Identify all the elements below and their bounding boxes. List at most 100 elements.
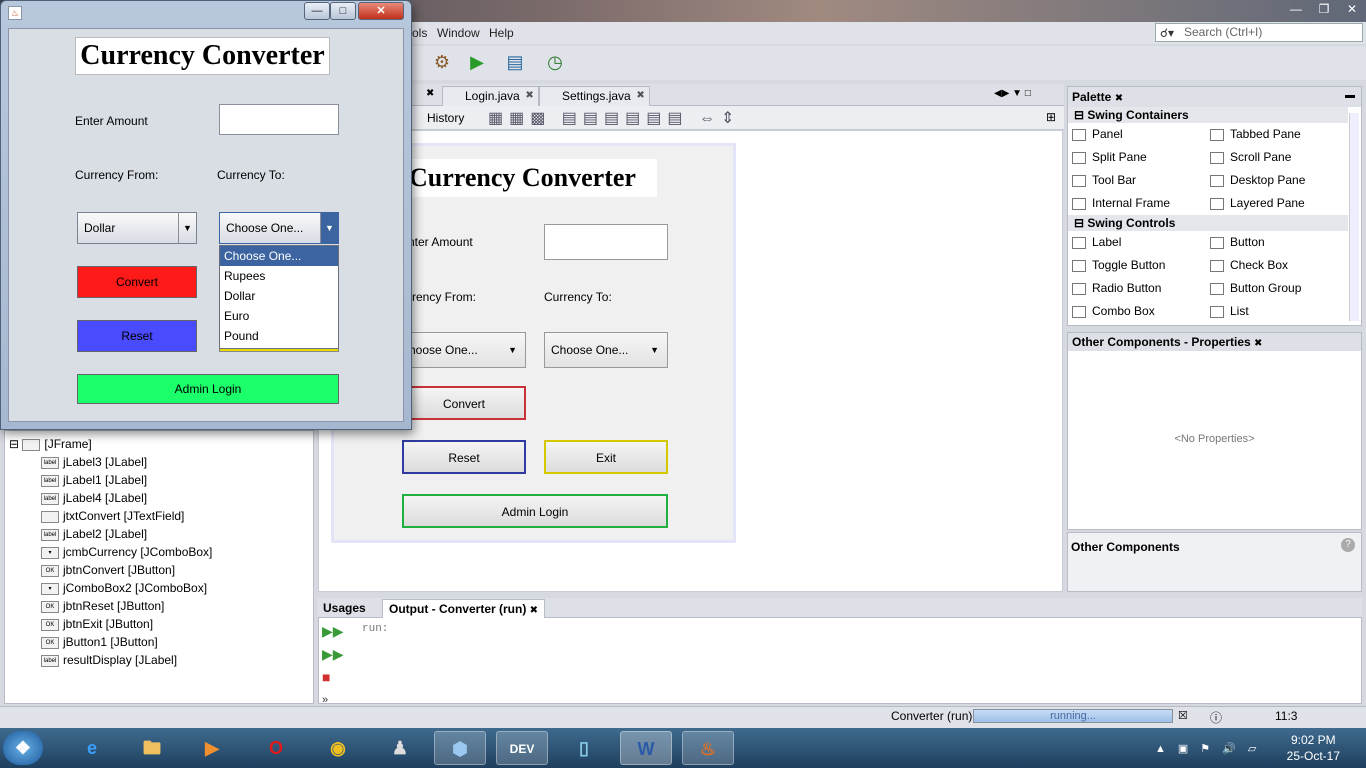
notifications-icon[interactable]: ⓘ [1210, 709, 1222, 726]
tab-login-java[interactable]: Login.java ✖ [442, 86, 539, 106]
menu-tools[interactable]: ols [412, 26, 427, 40]
preview-to-combo[interactable]: Choose One... ▼ [544, 332, 668, 368]
preview-convert-button[interactable]: Convert [402, 386, 526, 420]
rerun-debug-icon[interactable]: ▶▶ [322, 643, 344, 666]
dropdown-option[interactable]: Euro [220, 306, 338, 326]
align-tools-icon[interactable]: ▦▦▩ ▤▤▤▤▤▤ ⇔⇕ [488, 108, 740, 128]
app-close-button[interactable]: ✕ [358, 2, 404, 20]
ide-close-button[interactable]: ✕ [1338, 0, 1366, 18]
java-icon[interactable]: ♨ [682, 731, 734, 765]
history-tab[interactable]: History [427, 111, 464, 125]
admin-login-button[interactable]: Admin Login [77, 374, 339, 404]
counter-strike-icon[interactable]: ♟ [374, 731, 426, 765]
tab-usages[interactable]: Usages [323, 601, 366, 615]
palette-item[interactable]: Check Box [1210, 254, 1348, 277]
chrome-icon[interactable]: ◉ [312, 731, 364, 765]
navigator-item[interactable]: label jLabel2 [JLabel] [41, 525, 212, 543]
navigator-item[interactable]: OK jbtnExit [JButton] [41, 615, 212, 633]
close-tab-icon[interactable]: ✖ [1254, 338, 1262, 349]
ide-search-input[interactable]: ☌▾ Search (Ctrl+I) [1155, 23, 1363, 42]
profile-icon[interactable]: ◷ [543, 50, 567, 74]
close-tab-icon[interactable]: ✖ [636, 90, 644, 101]
palette-item[interactable]: Tabbed Pane [1210, 123, 1348, 146]
preview-exit-button[interactable]: Exit [544, 440, 668, 474]
help-icon[interactable]: ? [1341, 538, 1355, 552]
app-minimize-button[interactable]: — [304, 2, 330, 20]
tab-settings-java[interactable]: Settings.java ✖ [539, 86, 650, 106]
navigator-item[interactable]: ▾ jComboBox2 [JComboBox] [41, 579, 212, 597]
taskbar-clock[interactable]: 9:02 PM 25-Oct-17 [1287, 732, 1340, 764]
tray-network-icon[interactable]: ▣ [1178, 743, 1200, 755]
palette-item[interactable]: Scroll Pane [1210, 146, 1348, 169]
rerun-icon[interactable]: ▶▶ [322, 620, 344, 643]
palette-item[interactable]: Desktop Pane [1210, 169, 1348, 192]
palette-item[interactable]: Button Group [1210, 277, 1348, 300]
notepad-icon[interactable]: ▯ [558, 731, 610, 765]
navigator-item[interactable]: ▾ jcmbCurrency [JComboBox] [41, 543, 212, 561]
palette-scrollbar[interactable] [1349, 113, 1359, 321]
preview-from-combo[interactable]: hoose One... ▼ [402, 332, 526, 368]
word-icon[interactable]: W [620, 731, 672, 765]
dev-cpp-icon[interactable]: DEV [496, 731, 548, 765]
signal-icon[interactable]: ▱ [1248, 743, 1268, 755]
close-tab-icon[interactable]: ✖ [530, 605, 538, 616]
dropdown-option[interactable]: Pound [220, 326, 338, 346]
convert-button[interactable]: Convert [77, 266, 197, 298]
cancel-task-icon[interactable]: ☒ [1178, 709, 1188, 722]
currency-to-combo[interactable]: Choose One... ▼ [219, 212, 339, 244]
app-maximize-button[interactable]: □ [330, 2, 356, 20]
add-icon[interactable]: ⊞ [1046, 110, 1056, 124]
dropdown-option[interactable]: Choose One... [220, 246, 338, 266]
reset-button[interactable]: Reset [77, 320, 197, 352]
tab-output[interactable]: Output - Converter (run) ✖ [382, 599, 546, 618]
palette-item[interactable]: Internal Frame [1072, 192, 1210, 215]
navigator-item[interactable]: OK jButton1 [JButton] [41, 633, 212, 651]
close-tab-icon[interactable]: ✖ [1115, 93, 1123, 104]
close-tab-icon[interactable]: ✖ [426, 88, 434, 99]
palette-item[interactable]: Combo Box [1072, 300, 1210, 323]
palette-item[interactable]: Tool Bar [1072, 169, 1210, 192]
amount-input[interactable] [219, 104, 339, 135]
stop-icon[interactable]: ■ [322, 666, 344, 689]
preview-admin-button[interactable]: Admin Login [402, 494, 668, 528]
palette-item[interactable]: Button [1210, 231, 1348, 254]
navigator-item[interactable]: OK jbtnReset [JButton] [41, 597, 212, 615]
palette-item[interactable]: Split Pane [1072, 146, 1210, 169]
navigator-root[interactable]: ⊟ [JFrame] [9, 435, 92, 453]
navigator-item[interactable]: label jLabel4 [JLabel] [41, 489, 212, 507]
file-explorer-icon[interactable]: 🖿 [126, 731, 178, 765]
clean-build-icon[interactable]: ⚙ [430, 50, 454, 74]
navigator-item[interactable]: label resultDisplay [JLabel] [41, 651, 212, 669]
palette-item[interactable]: Panel [1072, 123, 1210, 146]
dropdown-option[interactable]: Rupees [220, 266, 338, 286]
start-orb-icon[interactable]: ❖ [3, 731, 43, 765]
ide-minimize-button[interactable]: — [1282, 0, 1310, 18]
menu-window[interactable]: Window [437, 26, 480, 40]
internet-explorer-icon[interactable]: e [66, 731, 118, 765]
palette-item[interactable]: Layered Pane [1210, 192, 1348, 215]
tray-arrow-icon[interactable]: ▲ [1155, 743, 1178, 755]
tab-scroll-icon[interactable]: ◀▶ ▼ □ [994, 88, 1031, 99]
navigator-item[interactable]: OK jbtnConvert [JButton] [41, 561, 212, 579]
dropdown-option[interactable]: Dollar [220, 286, 338, 306]
palette-section[interactable]: ⊟ Swing Controls [1068, 215, 1348, 231]
run-icon[interactable]: ▶ [465, 50, 489, 74]
volume-icon[interactable]: 🔊 [1222, 743, 1248, 755]
palette-item[interactable]: List [1210, 300, 1348, 323]
debug-icon[interactable]: ▤ [503, 50, 527, 74]
navigator-item[interactable]: jtxtConvert [JTextField] [41, 507, 212, 525]
navigator-item[interactable]: label jLabel3 [JLabel] [41, 453, 212, 471]
palette-item[interactable]: Radio Button [1072, 277, 1210, 300]
media-player-icon[interactable]: ▶ [186, 731, 238, 765]
navigator-item[interactable]: label jLabel1 [JLabel] [41, 471, 212, 489]
menu-help[interactable]: Help [489, 26, 514, 40]
palette-item[interactable]: Label [1072, 231, 1210, 254]
virtualbox-icon[interactable]: ⬢ [434, 731, 486, 765]
opera-icon[interactable]: O [250, 731, 302, 765]
ide-maximize-button[interactable]: ❐ [1310, 0, 1338, 18]
minimize-icon[interactable]: ▬ [1345, 90, 1355, 101]
currency-from-combo[interactable]: Dollar ▼ [77, 212, 197, 244]
tray-flag-icon[interactable]: ⚑ [1200, 743, 1222, 755]
close-tab-icon[interactable]: ✖ [525, 90, 533, 101]
preview-reset-button[interactable]: Reset [402, 440, 526, 474]
